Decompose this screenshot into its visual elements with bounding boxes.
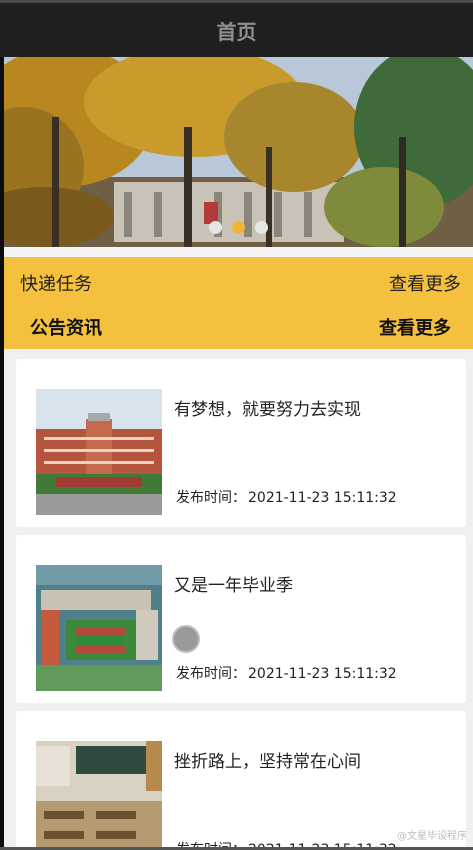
news-row: 公告资讯 查看更多 (30, 314, 451, 340)
news-thumbnail (36, 565, 162, 691)
carousel-dot-active[interactable] (232, 221, 245, 234)
express-view-more-link[interactable]: 查看更多 (389, 270, 461, 296)
watermark-text: @文星毕设程序 (397, 831, 467, 842)
campus-autumn-photo (4, 57, 473, 247)
carousel-dot[interactable] (209, 221, 222, 234)
publish-time-label: 发布时间： (176, 666, 246, 682)
news-view-more-link[interactable]: 查看更多 (379, 314, 451, 340)
news-card[interactable]: 又是一年毕业季 发布时间： 2021-11-23 15:11:32 (16, 535, 466, 703)
top-navigation-bar: 首页 (0, 0, 473, 57)
news-publish-time: 发布时间： 2021-11-23 15:11:32 (174, 487, 397, 507)
carousel-indicators (4, 221, 473, 234)
news-publish-time: 发布时间： 2021-11-23 15:11:32 (174, 663, 397, 683)
news-card[interactable]: 有梦想，就要努力去实现 发布时间： 2021-11-23 15:11:32 (16, 359, 466, 527)
publish-time-value: 2021-11-23 15:11:32 (248, 666, 397, 682)
carousel-dot[interactable] (255, 221, 268, 234)
news-label: 公告资讯 (30, 318, 102, 339)
image-carousel[interactable] (4, 57, 473, 247)
news-title: 有梦想，就要努力去实现 (174, 400, 361, 420)
news-title: 又是一年毕业季 (174, 576, 293, 596)
loading-indicator (172, 625, 200, 653)
publish-time-value: 2021-11-23 15:11:32 (248, 490, 397, 506)
news-title: 挫折路上，坚持常在心间 (174, 752, 361, 772)
express-task-label: 快递任务 (20, 274, 92, 295)
news-thumbnail (36, 389, 162, 515)
express-task-row: 快递任务 查看更多 (20, 270, 461, 296)
page-title: 首页 (216, 19, 257, 44)
publish-time-label: 发布时间： (176, 490, 246, 506)
news-thumbnail (36, 741, 162, 850)
divider (4, 247, 473, 257)
news-list: 有梦想，就要努力去实现 发布时间： 2021-11-23 15:11:32 又是一… (4, 349, 473, 850)
section-header-panel: 快递任务 查看更多 公告资讯 查看更多 (4, 257, 473, 349)
